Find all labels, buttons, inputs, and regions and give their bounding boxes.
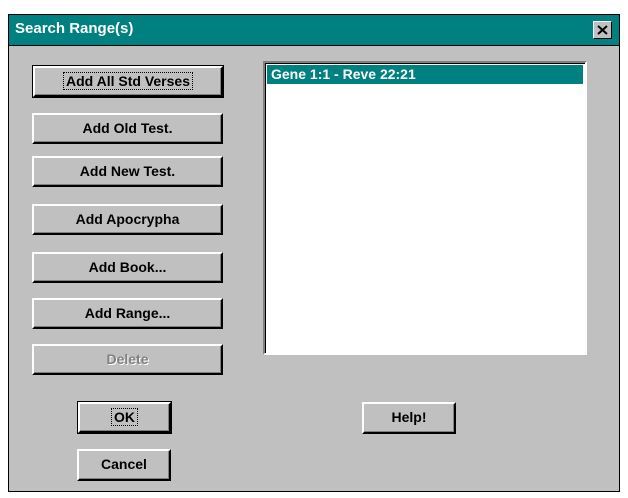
ok-button[interactable]: OK [77,401,172,434]
dialog-title: Search Range(s) [15,20,134,37]
cancel-label: Cancel [101,456,147,472]
range-listbox[interactable]: Gene 1:1 - Reve 22:21 [263,61,587,355]
add-apocrypha-button[interactable]: Add Apocrypha [32,204,223,235]
delete-label: Delete [106,351,149,367]
add-new-test-button[interactable]: Add New Test. [32,156,223,187]
add-all-std-verses-button[interactable]: Add All Std Verses [32,65,224,98]
add-old-test-button[interactable]: Add Old Test. [32,113,223,144]
search-range-dialog: Search Range(s) Add All Std Verses Add O… [8,14,620,492]
list-item-label: Gene 1:1 - Reve 22:21 [271,66,416,82]
add-book-label: Add Book... [88,259,167,275]
close-icon [597,25,608,35]
help-label: Help! [391,409,427,425]
delete-button[interactable]: Delete [32,344,223,375]
cancel-button[interactable]: Cancel [77,449,171,481]
close-button[interactable] [593,21,612,39]
add-new-test-label: Add New Test. [79,163,176,179]
list-item-selected[interactable]: Gene 1:1 - Reve 22:21 [267,65,583,84]
add-all-std-verses-label: Add All Std Verses [63,72,193,90]
title-bar[interactable]: Search Range(s) [9,15,619,46]
help-button[interactable]: Help! [362,402,456,434]
add-book-button[interactable]: Add Book... [32,252,223,283]
add-old-test-label: Add Old Test. [82,120,173,136]
add-range-button[interactable]: Add Range... [32,298,223,329]
add-range-label: Add Range... [84,305,171,321]
ok-label: OK [111,408,138,426]
add-apocrypha-label: Add Apocrypha [75,211,180,227]
